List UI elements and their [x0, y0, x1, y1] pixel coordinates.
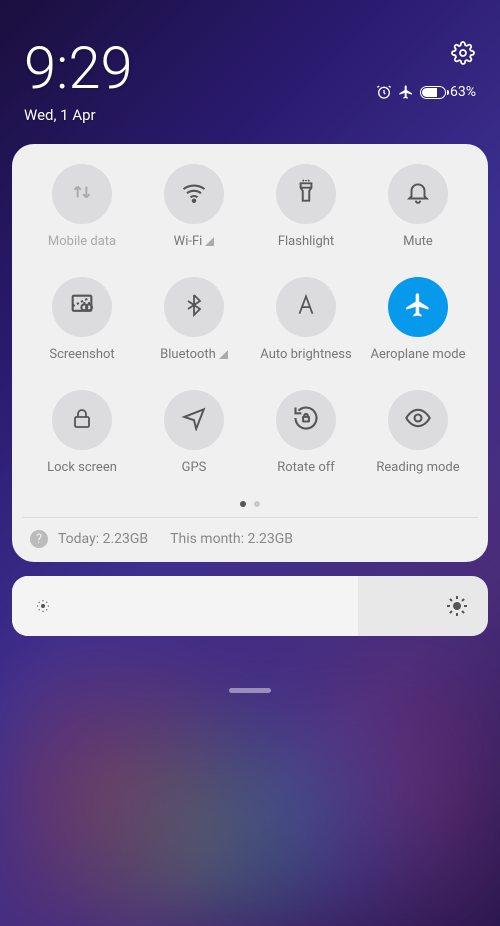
- brightness-low-icon: [28, 598, 58, 614]
- toggle-label: Auto brightness: [260, 347, 351, 362]
- data-usage-bar[interactable]: ? Today: 2.23GB This month: 2.23GB: [22, 517, 478, 548]
- toggle-button-gps[interactable]: [164, 390, 224, 450]
- toggle-wifi: Wi-Fi: [138, 164, 250, 249]
- alarm-icon: [376, 84, 392, 100]
- toggle-mute: Mute: [362, 164, 474, 249]
- signal-indicator-icon: [205, 237, 214, 246]
- rotate-lock-icon: [292, 404, 320, 436]
- toggle-button-mobile-data[interactable]: [52, 164, 112, 224]
- toggle-label: Mobile data: [48, 234, 116, 249]
- toggle-label: Wi-Fi: [174, 234, 215, 249]
- toggle-button-flashlight[interactable]: [276, 164, 336, 224]
- nav-arrow-icon: [181, 405, 207, 435]
- toggle-mobile-data: Mobile data: [26, 164, 138, 249]
- toggle-grid: Mobile data Wi-Fi Flashlight Mute Screenshot…: [22, 164, 478, 475]
- plane-icon: [404, 291, 432, 323]
- toggle-label: Flashlight: [278, 234, 334, 249]
- toggle-label: Mute: [403, 234, 433, 249]
- page-indicator: [22, 501, 478, 507]
- toggle-lock-screen: Lock screen: [26, 390, 138, 475]
- time-block: 9:29 Wed, 1 Apr: [24, 40, 133, 124]
- toggle-button-screenshot[interactable]: [52, 277, 112, 337]
- toggle-button-mute[interactable]: [388, 164, 448, 224]
- status-header: 9:29 Wed, 1 Apr 63%: [0, 0, 500, 136]
- toggle-aeroplane-mode: Aeroplane mode: [362, 277, 474, 362]
- toggle-flashlight: Flashlight: [250, 164, 362, 249]
- toggle-button-lock-screen[interactable]: [52, 390, 112, 450]
- toggle-button-rotate-off[interactable]: [276, 390, 336, 450]
- clock-time: 9:29: [24, 40, 133, 98]
- toggle-button-bluetooth[interactable]: [164, 277, 224, 337]
- toggle-bluetooth: Bluetooth: [138, 277, 250, 362]
- toggle-label: Lock screen: [47, 460, 117, 475]
- usage-today: Today: 2.23GB: [58, 531, 148, 547]
- bell-icon: [405, 179, 431, 209]
- toggle-button-aeroplane-mode[interactable]: [388, 277, 448, 337]
- clock-date: Wed, 1 Apr: [24, 106, 133, 124]
- lock-icon: [70, 406, 94, 434]
- toggle-label: Bluetooth: [160, 347, 228, 362]
- bluetooth-icon: [182, 291, 206, 323]
- toggle-button-wifi[interactable]: [164, 164, 224, 224]
- auto-a-icon: [293, 292, 319, 322]
- battery-fill: [422, 88, 437, 97]
- quick-settings-panel: Mobile data Wi-Fi Flashlight Mute Screenshot…: [12, 144, 488, 562]
- screenshot-icon: [68, 291, 96, 323]
- brightness-fill: [12, 576, 359, 636]
- brightness-slider[interactable]: [12, 576, 488, 636]
- page-dot[interactable]: [254, 501, 260, 507]
- toggle-button-reading-mode[interactable]: [388, 390, 448, 450]
- signal-indicator-icon: [219, 350, 228, 359]
- eye-icon: [404, 404, 432, 436]
- toggle-auto-brightness: Auto brightness: [250, 277, 362, 362]
- toggle-reading-mode: Reading mode: [362, 390, 474, 475]
- arrows-updown-icon: [69, 179, 95, 209]
- toggle-label: GPS: [182, 460, 207, 475]
- panel-handle[interactable]: [229, 688, 271, 693]
- toggle-label: Rotate off: [277, 460, 335, 475]
- brightness-high-icon: [442, 594, 472, 618]
- airplane-icon: [398, 84, 414, 100]
- page-dot[interactable]: [240, 501, 246, 507]
- status-icons: 63%: [376, 84, 476, 100]
- gear-icon: [451, 41, 475, 65]
- toggle-label: Aeroplane mode: [371, 347, 466, 362]
- settings-button[interactable]: [450, 40, 476, 66]
- toggle-label: Screenshot: [49, 347, 114, 362]
- flashlight-icon: [293, 179, 319, 209]
- toggle-label: Reading mode: [376, 460, 459, 475]
- battery-icon: [420, 86, 446, 99]
- usage-month: This month: 2.23GB: [170, 531, 293, 547]
- battery-percent: 63%: [450, 84, 476, 100]
- toggle-button-auto-brightness[interactable]: [276, 277, 336, 337]
- toggle-screenshot: Screenshot: [26, 277, 138, 362]
- toggle-rotate-off: Rotate off: [250, 390, 362, 475]
- info-icon: ?: [30, 530, 48, 548]
- wifi-icon: [180, 178, 208, 210]
- toggle-gps: GPS: [138, 390, 250, 475]
